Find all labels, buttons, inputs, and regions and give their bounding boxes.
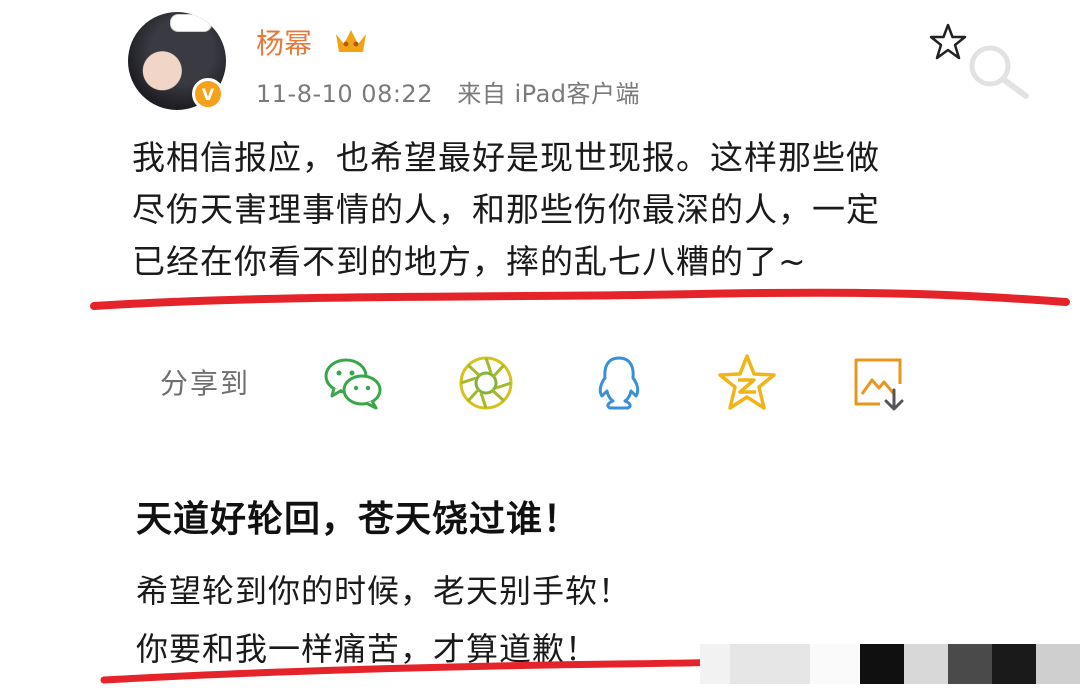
caption-headline: 天道好轮回，苍天饶过谁！	[136, 499, 581, 540]
moments-icon[interactable]	[455, 352, 517, 414]
qzone-icon[interactable]	[716, 352, 778, 414]
save-image-icon[interactable]	[848, 352, 910, 414]
post-source: 来自 iPad客户端	[457, 80, 641, 108]
post-text-line: 尽伤天害理事情的人，和那些伤你最深的人，一定	[132, 190, 880, 229]
username[interactable]: 杨幂	[256, 22, 312, 62]
search-icon[interactable]	[964, 40, 1034, 100]
caption-line: 希望轮到你的时候，老天别手软！	[136, 572, 632, 610]
verified-badge-icon: V	[192, 78, 224, 110]
post-meta: 11-8-10 08:22 来自 iPad客户端	[256, 74, 640, 109]
red-underline-mark	[90, 288, 1070, 310]
favorite-star-icon[interactable]	[928, 22, 968, 62]
post-text-line: 我相信报应，也希望最好是现世现报。这样那些做	[132, 138, 880, 177]
avatar-bow-decoration	[170, 14, 212, 32]
wechat-icon[interactable]	[322, 352, 384, 414]
qq-icon[interactable]	[588, 352, 650, 414]
post-body: 我相信报应，也希望最好是现世现报。这样那些做 尽伤天害理事情的人，和那些伤你最深…	[132, 132, 972, 288]
post-timestamp: 11-8-10 08:22	[256, 80, 433, 108]
crown-icon	[336, 30, 366, 52]
pixelated-watermark-overlay	[700, 644, 1080, 684]
caption-line: 你要和我一样痛苦，才算道歉！	[136, 630, 599, 668]
share-label: 分享到	[160, 367, 251, 400]
post-text-line: 已经在你看不到的地方，摔的乱七八糟的了~	[132, 242, 807, 281]
